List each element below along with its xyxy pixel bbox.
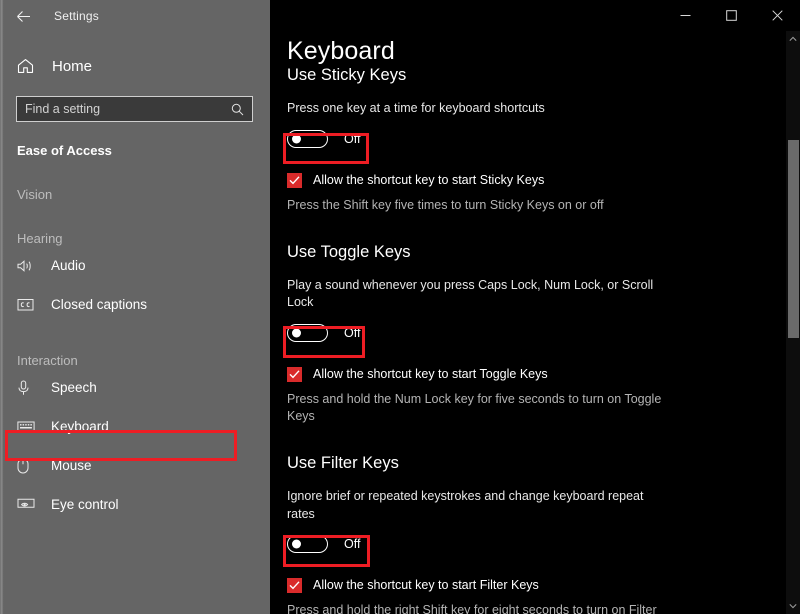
toggle-keys-toggle-label: Off (344, 326, 360, 340)
sidebar-item-closed-captions-label: Closed captions (51, 297, 147, 312)
maximize-button[interactable] (708, 0, 754, 31)
sidebar-group-interaction: Interaction (0, 353, 270, 368)
toggle-keys-toggle[interactable]: Off (287, 321, 371, 346)
sidebar-item-eye-control[interactable]: Eye control (0, 485, 270, 524)
filter-keys-toggle-label: Off (344, 537, 360, 551)
sidebar-group-vision: Vision (0, 187, 270, 202)
minimize-button[interactable] (662, 0, 708, 31)
sidebar-item-speech[interactable]: Speech (0, 368, 270, 407)
switch-knob (292, 135, 301, 144)
search-icon[interactable] (231, 103, 244, 116)
home-icon (17, 58, 43, 74)
toggle-keys-shortcut-label: Allow the shortcut key to start Toggle K… (313, 366, 548, 382)
sidebar-item-audio-label: Audio (51, 258, 86, 273)
section-description-filter-keys: Ignore brief or repeated keystrokes and … (287, 488, 659, 523)
search-container: Find a setting (16, 96, 254, 122)
keyboard-settings-content: Keyboard Use Sticky Keys Press one key a… (287, 38, 777, 614)
switch-knob (292, 329, 301, 338)
sidebar-item-audio[interactable]: Audio (0, 246, 270, 285)
sticky-keys-switch[interactable] (287, 130, 328, 148)
sidebar-item-speech-label: Speech (51, 380, 97, 395)
search-input[interactable]: Find a setting (16, 96, 253, 122)
window-controls (662, 0, 800, 31)
section-description-sticky-keys: Press one key at a time for keyboard sho… (287, 100, 659, 117)
toggle-keys-shortcut-checkbox-row[interactable]: Allow the shortcut key to start Toggle K… (287, 366, 777, 382)
switch-knob (292, 540, 301, 549)
sticky-keys-toggle-label: Off (344, 132, 360, 146)
microphone-icon (17, 380, 39, 396)
closed-caption-icon (17, 298, 39, 311)
main-content: Keyboard Use Sticky Keys Press one key a… (270, 0, 800, 614)
page-title: Keyboard (287, 38, 777, 64)
scroll-up-arrow-icon[interactable] (786, 31, 800, 47)
sidebar-category-title: Ease of Access (0, 143, 270, 158)
sticky-keys-shortcut-label: Allow the shortcut key to start Sticky K… (313, 172, 544, 188)
eye-control-icon (17, 498, 39, 512)
sidebar-item-mouse-label: Mouse (51, 458, 92, 473)
back-button[interactable] (0, 0, 46, 32)
sidebar-item-eye-control-label: Eye control (51, 497, 119, 512)
settings-window: Settings Home Find a setting Ea (0, 0, 800, 614)
mouse-icon (17, 458, 39, 474)
sidebar-item-keyboard-label: Keyboard (51, 419, 109, 434)
sticky-keys-shortcut-checkbox-row[interactable]: Allow the shortcut key to start Sticky K… (287, 172, 777, 188)
vertical-scrollbar[interactable] (786, 31, 800, 614)
sidebar-item-home[interactable]: Home (0, 46, 270, 86)
scrollbar-thumb[interactable] (788, 140, 799, 338)
sidebar-group-hearing: Hearing (0, 231, 270, 246)
section-heading-toggle-keys: Use Toggle Keys (287, 243, 777, 262)
window-edge-artifact (0, 0, 4, 614)
sidebar-item-mouse[interactable]: Mouse (0, 446, 270, 485)
section-description-toggle-keys: Play a sound whenever you press Caps Loc… (287, 277, 659, 312)
filter-keys-shortcut-checkbox-row[interactable]: Allow the shortcut key to start Filter K… (287, 577, 777, 593)
toggle-keys-switch[interactable] (287, 324, 328, 342)
sticky-keys-sub-description: Press the Shift key five times to turn S… (287, 197, 667, 214)
filter-keys-shortcut-label: Allow the shortcut key to start Filter K… (313, 577, 539, 593)
checkbox-checked-icon[interactable] (287, 367, 302, 382)
filter-keys-switch[interactable] (287, 535, 328, 553)
checkbox-checked-icon[interactable] (287, 578, 302, 593)
window-title: Settings (54, 9, 99, 23)
toggle-keys-sub-description: Press and hold the Num Lock key for five… (287, 391, 667, 426)
search-placeholder: Find a setting (25, 102, 231, 116)
scroll-down-arrow-icon[interactable] (786, 598, 800, 614)
sticky-keys-toggle[interactable]: Off (287, 127, 371, 152)
section-heading-filter-keys: Use Filter Keys (287, 454, 777, 473)
sidebar-item-keyboard[interactable]: Keyboard (0, 407, 270, 446)
filter-keys-sub-description: Press and hold the right Shift key for e… (287, 602, 667, 614)
back-arrow-icon (16, 10, 31, 23)
close-button[interactable] (754, 0, 800, 31)
sidebar-item-closed-captions[interactable]: Closed captions (0, 285, 270, 324)
window-titlebar-left: Settings (0, 0, 270, 32)
speaker-icon (17, 259, 39, 273)
section-heading-sticky-keys: Use Sticky Keys (287, 66, 777, 85)
filter-keys-toggle[interactable]: Off (287, 532, 371, 557)
checkbox-checked-icon[interactable] (287, 173, 302, 188)
sidebar: Settings Home Find a setting Ea (0, 0, 270, 614)
sidebar-item-home-label: Home (52, 58, 92, 75)
keyboard-icon (17, 420, 39, 433)
